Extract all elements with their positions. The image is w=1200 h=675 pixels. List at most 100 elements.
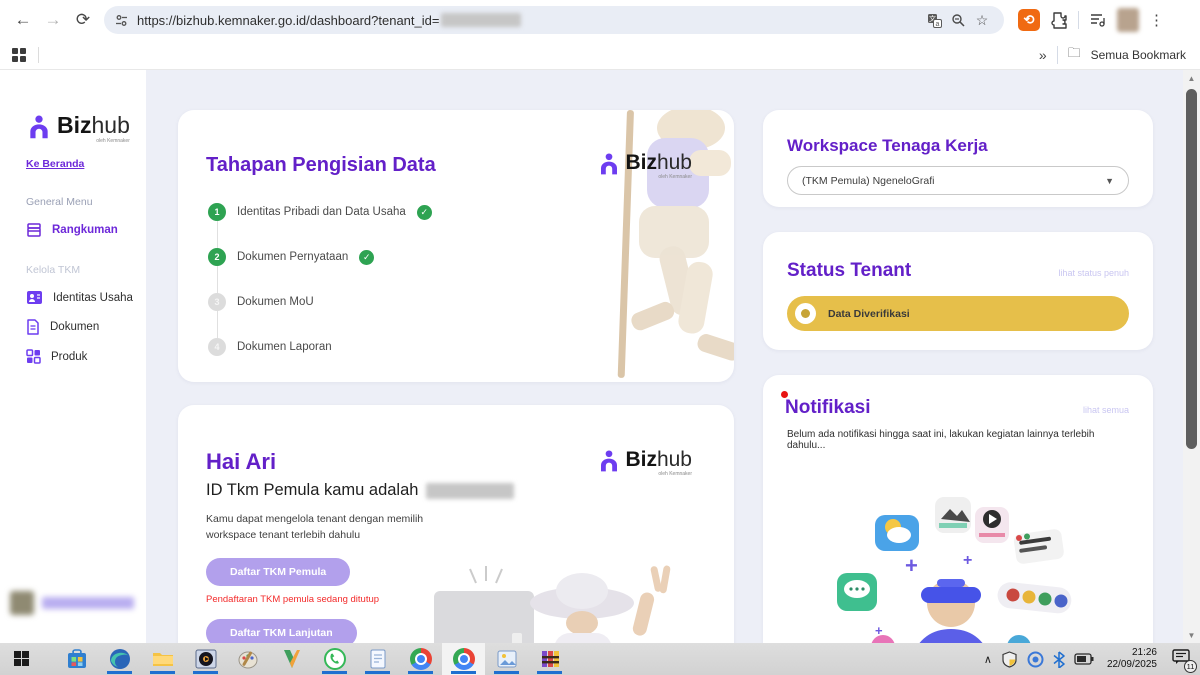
notifications-empty-text: Belum ada notifikasi hingga saat ini, la…: [787, 429, 1129, 451]
dashboard-page: Bizhub oleh Kemnaker Ke Beranda General …: [0, 70, 1200, 643]
sidebar-item-produk[interactable]: Produk: [26, 349, 146, 364]
status-badge-label: Data Diverifikasi: [828, 308, 910, 320]
system-tray: ∧ 21:26 22/09/2025 11: [984, 647, 1200, 672]
sidebar-item-identitas-usaha[interactable]: Identitas Usaha: [26, 290, 146, 305]
sidebar-item-dokumen[interactable]: Dokumen: [26, 319, 146, 335]
logo-tagline: oleh Kemnaker: [57, 138, 130, 144]
paint-icon: [237, 647, 261, 671]
taskbar-v-app[interactable]: [270, 643, 313, 675]
check-icon: ✓: [417, 205, 432, 220]
section-kelola-tkm: Kelola TKM: [26, 264, 146, 276]
section-general-menu: General Menu: [26, 196, 146, 208]
profile-avatar[interactable]: [1117, 8, 1139, 32]
taskbar-microsoft-store[interactable]: [55, 643, 98, 675]
bookmarks-overflow-chevron[interactable]: »: [1039, 47, 1047, 63]
start-button[interactable]: [0, 643, 43, 675]
notepad-icon: [366, 647, 390, 671]
translate-icon[interactable]: 文a: [922, 8, 946, 32]
browser-toolbar: ← → ⟳ https://bizhub.kemnaker.go.id/dash…: [0, 0, 1200, 40]
photos-icon: [495, 647, 519, 671]
microsoft-store-icon: [65, 647, 89, 671]
daftar-tkm-pemula-button[interactable]: Daftar TKM Pemula: [206, 558, 350, 586]
taskbar-clock[interactable]: 21:26 22/09/2025: [1107, 647, 1157, 672]
zoom-icon[interactable]: [946, 8, 970, 32]
unread-dot-icon: [781, 391, 788, 398]
logo-tagline: oleh Kemnaker: [625, 471, 692, 477]
taskbar-notepad[interactable]: [356, 643, 399, 675]
windows-logo-icon: [14, 651, 30, 667]
media-player-icon: [194, 647, 218, 671]
battery-icon[interactable]: [1074, 653, 1094, 665]
reading-list-icon[interactable]: [1089, 12, 1107, 28]
site-settings-icon[interactable]: [114, 13, 129, 28]
logo-light: hub: [92, 112, 130, 138]
lihat-status-penuh-link[interactable]: lihat status penuh: [1058, 268, 1129, 278]
taskbar-date: 22/09/2025: [1107, 659, 1157, 672]
card-notifikasi: Notifikasi lihat semua Belum ada notifik…: [763, 375, 1153, 643]
logo-bold: Biz: [625, 151, 657, 174]
step-label: Dokumen Pernyataan: [237, 251, 348, 263]
workspace-select[interactable]: (TKM Pemula) NgeneloGrafi ▼: [787, 166, 1129, 195]
apps-grid-icon[interactable]: [12, 48, 26, 62]
page-scrollbar[interactable]: ▲ ▼: [1183, 70, 1200, 643]
taskbar-time: 21:26: [1107, 647, 1157, 660]
sidebar-item-label: Dokumen: [50, 321, 99, 333]
tray-chevron-up-icon[interactable]: ∧: [984, 653, 992, 666]
bizhub-logo: Bizhub oleh Kemnaker: [26, 114, 146, 144]
sidebar-user-info[interactable]: [10, 591, 134, 615]
scroll-down-icon[interactable]: ▼: [1188, 627, 1196, 643]
taskbar-chrome-active[interactable]: [442, 643, 485, 675]
taskbar-whatsapp[interactable]: [313, 643, 356, 675]
extension-orange-icon[interactable]: ⟲: [1018, 9, 1040, 31]
document-icon: [26, 319, 40, 335]
taskbar-edge[interactable]: [98, 643, 141, 675]
chrome-icon: [410, 648, 432, 670]
sidebar-item-label: Identitas Usaha: [53, 292, 133, 304]
card-greeting: Bizhub oleh Kemnaker Hai Ari ID Tkm Pemu…: [178, 405, 734, 643]
daftar-tkm-lanjutan-button[interactable]: Daftar TKM Lanjutan: [206, 619, 357, 644]
step-label: Dokumen MoU: [237, 296, 314, 308]
action-center-button[interactable]: 11: [1172, 649, 1190, 670]
farmer-laptop-illustration: [414, 561, 714, 643]
scroll-up-icon[interactable]: ▲: [1188, 70, 1196, 86]
bookmarks-folder-label[interactable]: Semua Bookmark: [1091, 48, 1186, 62]
grid-icon: [26, 349, 41, 364]
notifications-title: Notifikasi: [785, 397, 871, 419]
chrome-menu-icon[interactable]: ⋮: [1149, 11, 1164, 29]
taskbar-paint[interactable]: [227, 643, 270, 675]
scrollbar-thumb[interactable]: [1186, 89, 1197, 449]
extensions-puzzle-icon[interactable]: [1050, 11, 1068, 29]
step-number: 1: [208, 203, 226, 221]
sidebar-item-label: Rangkuman: [52, 224, 118, 236]
bizhub-logo-icon: [597, 449, 621, 473]
back-button[interactable]: ←: [8, 5, 38, 35]
bookmark-star-icon[interactable]: ☆: [970, 8, 994, 32]
bluetooth-icon[interactable]: [1053, 651, 1065, 668]
check-icon: ✓: [359, 250, 374, 265]
sidebar-item-rangkuman[interactable]: Rangkuman: [26, 222, 146, 238]
defender-shield-icon[interactable]: [1001, 651, 1018, 668]
status-badge: Data Diverifikasi: [787, 296, 1129, 331]
status-dot-icon: [795, 303, 816, 324]
taskbar-media-player[interactable]: [184, 643, 227, 675]
home-link[interactable]: Ke Beranda: [26, 158, 146, 170]
bizhub-logo-icon: [597, 152, 621, 176]
status-title: Status Tenant: [787, 260, 911, 282]
step-number: 3: [208, 293, 226, 311]
storefront-icon: [26, 222, 42, 238]
taskbar-file-explorer[interactable]: [141, 643, 184, 675]
address-bar[interactable]: https://bizhub.kemnaker.go.id/dashboard?…: [104, 6, 1004, 34]
card-workspace: Workspace Tenaga Kerja (TKM Pemula) Ngen…: [763, 110, 1153, 207]
sidebar: Bizhub oleh Kemnaker Ke Beranda General …: [0, 70, 146, 643]
workspace-title: Workspace Tenaga Kerja: [787, 136, 1153, 156]
bizhub-logo: Bizhub oleh Kemnaker: [597, 449, 692, 477]
taskbar-winrar[interactable]: [528, 643, 571, 675]
id-card-icon: [26, 290, 43, 305]
cortana-icon[interactable]: [1027, 651, 1044, 668]
lihat-semua-link[interactable]: lihat semua: [1083, 405, 1129, 415]
user-name-redacted: [42, 597, 134, 609]
taskbar-chrome[interactable]: [399, 643, 442, 675]
reload-button[interactable]: ⟳: [68, 5, 98, 35]
card-status-tenant: Status Tenant lihat status penuh Data Di…: [763, 232, 1153, 350]
taskbar-photos[interactable]: [485, 643, 528, 675]
